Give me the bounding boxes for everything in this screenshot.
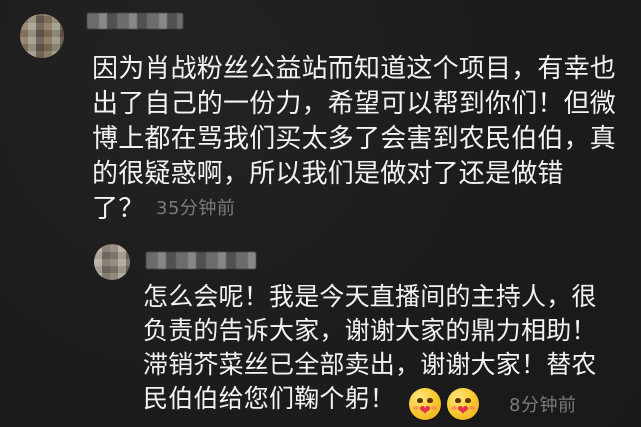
comment-thread: 因为肖战粉丝公益站而知道这个项目，有幸也 出了自己的一份力，希望可以帮到你们！但… bbox=[0, 0, 641, 427]
heart-icon: ❤ bbox=[419, 403, 431, 419]
avatar[interactable] bbox=[20, 14, 64, 58]
reply-avatar[interactable] bbox=[94, 244, 130, 280]
blush-heart-emoji-icon: ❤ bbox=[447, 388, 479, 420]
username-redacted bbox=[87, 13, 183, 29]
reply-timestamp: 8分钟前 bbox=[509, 395, 577, 416]
heart-icon: ❤ bbox=[457, 403, 469, 419]
blush-heart-emoji-icon: ❤ bbox=[409, 388, 441, 420]
reply-username-redacted bbox=[146, 252, 256, 269]
comment-timestamp: 35分钟前 bbox=[156, 198, 236, 219]
emoji-row: ❤ ❤ bbox=[409, 388, 479, 420]
